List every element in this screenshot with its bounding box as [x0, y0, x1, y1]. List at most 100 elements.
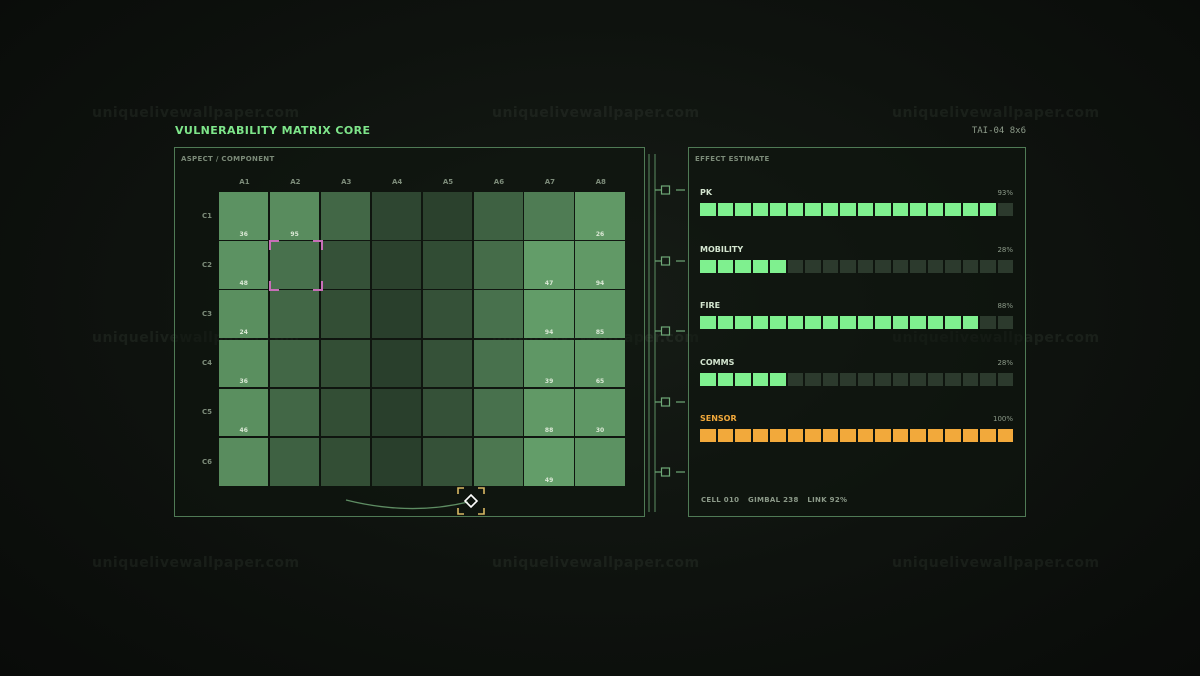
- target-reticle-icon[interactable]: [456, 486, 486, 516]
- status-gimbal: GIMBAL 238: [748, 496, 799, 504]
- cell-value: 94: [595, 279, 605, 287]
- effect-bar-segment: [770, 316, 786, 329]
- matrix-cell[interactable]: [371, 388, 422, 437]
- matrix-cell[interactable]: 88: [524, 388, 574, 437]
- matrix-cell[interactable]: [269, 290, 320, 339]
- effect-bar-segment: [997, 429, 1013, 442]
- matrix-cell[interactable]: [524, 192, 574, 240]
- matrix-cell[interactable]: [371, 241, 422, 289]
- matrix-cell[interactable]: [422, 241, 472, 289]
- matrix-cell[interactable]: [320, 241, 371, 289]
- watermark: uniquelivewallpaper.com: [92, 105, 300, 121]
- effect-bar-segment: [840, 203, 856, 216]
- matrix-cell[interactable]: 47: [524, 241, 574, 289]
- matrix-cell[interactable]: 36: [219, 339, 269, 388]
- effect-bar-segment: [822, 259, 838, 273]
- matrix-cell[interactable]: 24: [219, 290, 269, 339]
- matrix-cell[interactable]: 94: [575, 241, 625, 289]
- matrix-cell[interactable]: 26: [575, 192, 625, 240]
- matrix-cell[interactable]: 36: [219, 192, 269, 240]
- status-line: CELL 010 GIMBAL 238 LINK 92%: [701, 496, 853, 504]
- effect-bar-segment: [997, 372, 1013, 386]
- matrix-cell[interactable]: [371, 290, 422, 339]
- effect-bar-segment: [857, 316, 873, 329]
- effect-bar-segment: [822, 316, 838, 329]
- watermark: uniquelivewallpaper.com: [492, 555, 700, 571]
- matrix-cell[interactable]: [269, 438, 320, 486]
- matrix-cell[interactable]: [473, 438, 523, 486]
- effect-bar-segment: [892, 316, 908, 329]
- matrix-cell[interactable]: [371, 192, 422, 240]
- effect-bar-segment: [980, 259, 996, 273]
- effect-bar-segment: [717, 259, 733, 273]
- matrix-cell[interactable]: [371, 438, 422, 486]
- effect-bar-segment: [945, 429, 961, 442]
- effect-bar-segment: [770, 259, 786, 273]
- effect-bar-segment: [892, 259, 908, 273]
- row-header: C4: [201, 359, 212, 368]
- matrix-cell[interactable]: [320, 339, 371, 388]
- effect-bar-segment: [752, 316, 768, 329]
- matrix-cell[interactable]: 94: [524, 290, 574, 339]
- cell-value: 95: [290, 230, 299, 238]
- connector-node: [660, 326, 671, 336]
- matrix-cell[interactable]: [320, 438, 371, 486]
- cell-value: 47: [544, 279, 554, 287]
- matrix-cell[interactable]: [320, 388, 371, 437]
- effect-bar-segment: [980, 316, 996, 329]
- matrix-cell[interactable]: 65: [575, 339, 625, 388]
- effect-bar-segment: [840, 259, 856, 273]
- matrix-cell[interactable]: [575, 438, 625, 486]
- effect-bar-segment: [962, 259, 978, 273]
- target-tag: TAI-04 8x6: [971, 126, 1026, 136]
- matrix-cell[interactable]: 30: [575, 388, 625, 437]
- effect-bar-segment: [787, 429, 803, 442]
- effect-bar-segment: [822, 372, 838, 386]
- effect-bar-segment: [962, 429, 978, 442]
- matrix-cell[interactable]: [219, 438, 269, 486]
- matrix-cell[interactable]: 39: [524, 339, 574, 388]
- effect-label: SENSOR: [700, 414, 737, 423]
- effect-bar-segment: [892, 372, 908, 386]
- effect-bar-segment: [700, 316, 716, 329]
- cell-value: 85: [595, 329, 605, 337]
- effect-bar-segment: [980, 372, 996, 386]
- column-header: A6: [493, 178, 505, 186]
- matrix-cell[interactable]: 46: [219, 388, 269, 437]
- matrix-cell[interactable]: 85: [575, 290, 625, 339]
- effect-bar-segment: [840, 316, 856, 329]
- effect-bar-segment: [735, 316, 751, 329]
- matrix-cell[interactable]: [320, 192, 371, 240]
- matrix-cell[interactable]: [473, 290, 523, 339]
- column-header: A2: [290, 178, 301, 186]
- effect-bar-segment: [857, 429, 873, 442]
- effect-percent: 88%: [997, 302, 1013, 310]
- matrix-cell[interactable]: [473, 388, 523, 437]
- matrix-cell[interactable]: [269, 339, 320, 388]
- matrix-cell[interactable]: [269, 241, 320, 289]
- matrix-cell[interactable]: [269, 388, 320, 437]
- effect-bar-segment: [805, 372, 821, 386]
- matrix-cell[interactable]: [422, 438, 472, 486]
- cell-value: 36: [239, 230, 248, 238]
- matrix-cell[interactable]: [320, 290, 371, 339]
- effect-bar-segment: [927, 316, 943, 329]
- matrix-cell[interactable]: [473, 339, 523, 388]
- matrix-cell[interactable]: [422, 290, 472, 339]
- matrix-cell[interactable]: 95: [269, 192, 320, 240]
- column-header: A8: [595, 178, 606, 186]
- effect-bar-segment: [752, 203, 768, 216]
- matrix-cell[interactable]: [473, 241, 523, 289]
- matrix-cell[interactable]: 49: [524, 438, 574, 486]
- watermark: uniquelivewallpaper.com: [892, 555, 1100, 571]
- connector-node: [660, 256, 671, 266]
- matrix-cell[interactable]: [371, 339, 422, 388]
- column-header: A1: [239, 178, 250, 186]
- column-header: A5: [442, 178, 454, 186]
- matrix-cell[interactable]: [422, 339, 472, 388]
- matrix-cell[interactable]: 48: [219, 241, 269, 289]
- matrix-cell[interactable]: [422, 388, 472, 437]
- matrix-cell[interactable]: [473, 192, 523, 240]
- effect-bar-segment: [822, 429, 838, 442]
- matrix-cell[interactable]: [422, 192, 472, 240]
